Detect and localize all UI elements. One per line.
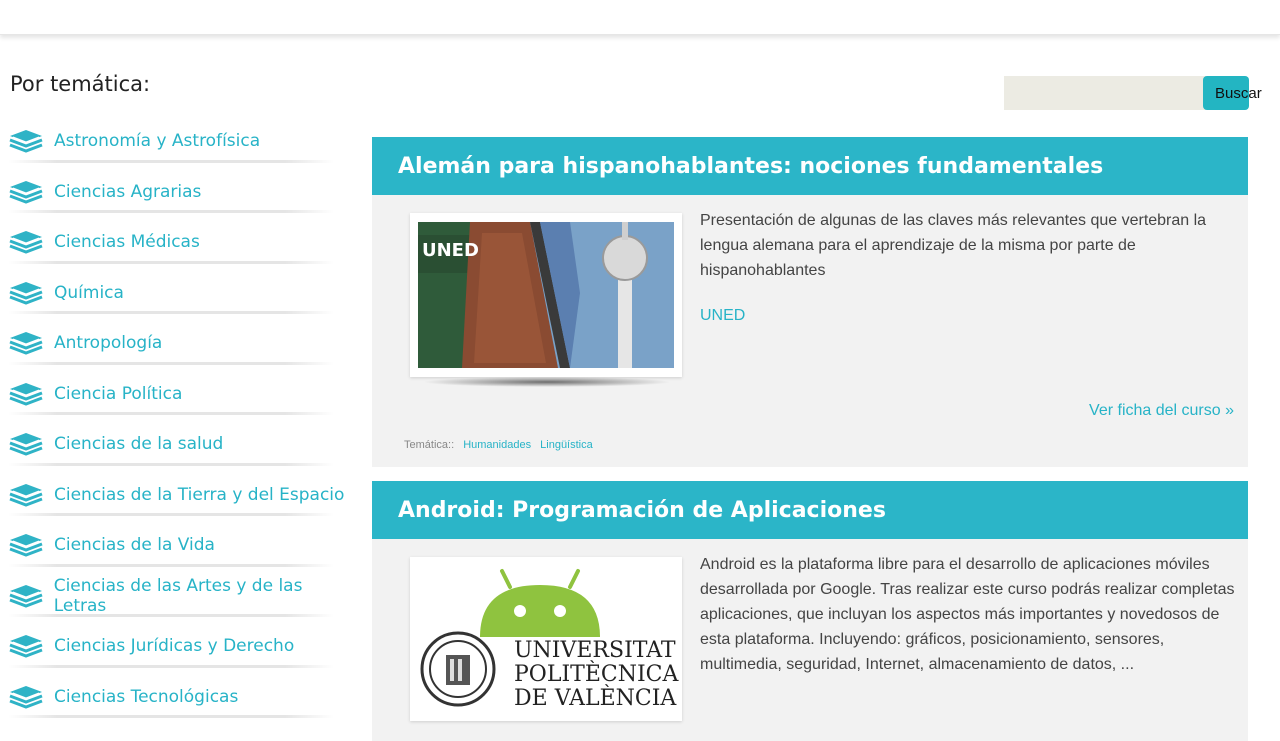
sidebar-item-label: Antropología — [54, 333, 163, 354]
course-provider-link[interactable]: UNED — [700, 307, 745, 325]
topic-sidebar: Por temática: Astronomía y Astrofísica Ci… — [8, 72, 358, 722]
svg-text:UNED: UNED — [422, 240, 479, 261]
sidebar-item[interactable]: Química — [8, 268, 358, 319]
stacked-books-icon — [8, 127, 46, 155]
course-title[interactable]: Android: Programación de Aplicaciones — [398, 498, 886, 523]
stacked-books-icon — [8, 279, 46, 307]
uned-course-image: UNED — [418, 222, 674, 368]
course-card: Alemán para hispanohablantes: nociones f… — [372, 137, 1248, 467]
sidebar-item-label: Ciencias Agrarias — [54, 181, 202, 202]
stacked-books-icon — [8, 178, 46, 206]
view-course-link[interactable]: Ver ficha del curso » — [1089, 402, 1234, 420]
stacked-books-icon — [8, 380, 46, 408]
sidebar-item-label: Ciencias Jurídicas y Derecho — [54, 636, 295, 657]
sidebar-item-label: Ciencias Tecnológicas — [54, 686, 239, 707]
tag-link[interactable]: Humanidades — [463, 439, 531, 451]
topic-list: Astronomía y Astrofísica Ciencias Agraria… — [8, 116, 358, 722]
sidebar-item[interactable]: Ciencias de la Vida — [8, 520, 358, 571]
stacked-books-icon — [8, 481, 46, 509]
tags-label: Temática:: — [404, 439, 455, 451]
sidebar-item-label: Ciencias de la Tierra y del Espacio — [54, 484, 345, 505]
sidebar-item[interactable]: Ciencia Política — [8, 369, 358, 420]
sidebar-item-label: Química — [54, 282, 124, 303]
svg-text:DE VALÈNCIA: DE VALÈNCIA — [514, 684, 677, 711]
course-image[interactable]: UNED — [410, 213, 682, 377]
sidebar-item[interactable]: Astronomía y Astrofísica — [8, 116, 358, 167]
stacked-books-icon — [8, 430, 46, 458]
top-bar — [0, 0, 1280, 35]
search-button[interactable]: Buscar — [1203, 76, 1262, 110]
course-header[interactable]: Android: Programación de Aplicaciones — [372, 481, 1248, 539]
stacked-books-icon — [8, 683, 46, 711]
course-description: Android es la plataforma libre para el d… — [700, 556, 1235, 673]
stacked-books-icon — [8, 329, 46, 357]
sidebar-item[interactable]: Ciencias Jurídicas y Derecho — [8, 621, 358, 672]
course-image[interactable]: UNIVERSITAT POLITÈCNICA DE VALÈNCIA — [410, 557, 682, 721]
svg-text:UNIVERSITAT: UNIVERSITAT — [514, 638, 676, 663]
search-input[interactable] — [1004, 76, 1206, 110]
course-card: Android: Programación de Aplicaciones UN… — [372, 481, 1248, 741]
svg-text:POLITÈCNICA: POLITÈCNICA — [514, 660, 679, 687]
course-header[interactable]: Alemán para hispanohablantes: nociones f… — [372, 137, 1248, 195]
sidebar-item[interactable]: Ciencias Médicas — [8, 217, 358, 268]
stacked-books-icon — [8, 632, 46, 660]
image-shadow — [422, 377, 672, 387]
stacked-books-icon — [8, 582, 46, 610]
sidebar-item[interactable]: Ciencias de la Tierra y del Espacio — [8, 470, 358, 521]
sidebar-item-label: Ciencias de las Artes y de las Letras — [53, 575, 303, 616]
course-title[interactable]: Alemán para hispanohablantes: nociones f… — [398, 154, 1103, 179]
stacked-books-icon — [8, 228, 46, 256]
sidebar-title: Por temática: — [10, 72, 151, 96]
sidebar-item[interactable]: Antropología — [8, 318, 358, 369]
sidebar-item[interactable]: Ciencias Agrarias — [8, 167, 358, 218]
sidebar-item-label: Ciencias de la salud — [54, 434, 224, 455]
course-description: Presentación de algunas de las claves má… — [700, 212, 1207, 279]
sidebar-item-label: Ciencias de la Vida — [54, 535, 215, 556]
sidebar-item[interactable]: Ciencias de la salud — [8, 419, 358, 470]
stacked-books-icon — [8, 531, 46, 559]
sidebar-item[interactable]: Ciencias Tecnológicas — [8, 672, 358, 723]
search-button-label: Buscar — [1215, 85, 1262, 102]
tag-link[interactable]: Lingüística — [540, 439, 593, 451]
search-form: Buscar — [1004, 76, 1262, 110]
upv-course-image: UNIVERSITAT POLITÈCNICA DE VALÈNCIA — [410, 557, 682, 721]
course-tags: Temática:: Humanidades Lingüística — [404, 439, 593, 451]
sidebar-item[interactable]: Ciencias de las Artes y de las Letras — [8, 571, 358, 622]
sidebar-item-label: Astronomía y Astrofísica — [54, 131, 261, 152]
sidebar-item-label: Ciencia Política — [54, 383, 183, 404]
sidebar-item-label: Ciencias Médicas — [54, 232, 200, 253]
